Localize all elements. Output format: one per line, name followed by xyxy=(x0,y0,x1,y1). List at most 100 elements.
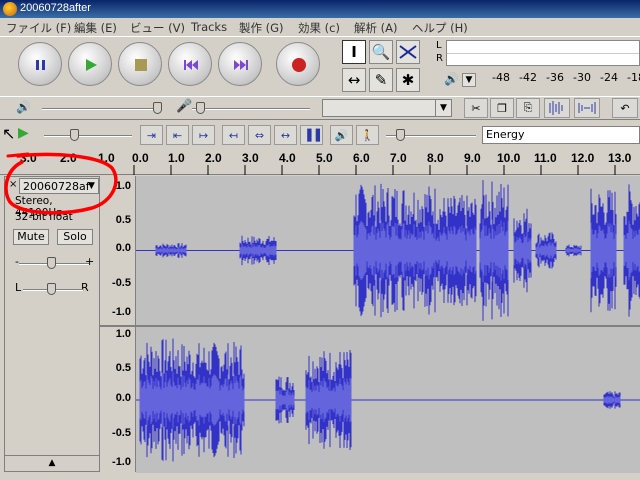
input-source-select[interactable]: ▼ xyxy=(322,99,452,117)
vscale-label: -1.0 xyxy=(112,456,131,468)
triangle-up-icon: ▲ xyxy=(48,458,56,468)
undo-icon: ↶ xyxy=(620,101,630,115)
play-at-speed-button[interactable]: ▶ xyxy=(18,125,29,141)
vscale-label: -0.5 xyxy=(112,277,131,289)
output-volume-track xyxy=(42,108,160,110)
zoom-tool[interactable]: 🔍 xyxy=(369,40,393,64)
level-meter[interactable] xyxy=(446,40,640,66)
trim-button[interactable] xyxy=(544,98,570,118)
record-icon xyxy=(277,43,321,87)
play-icon xyxy=(69,43,113,87)
edit-button-5[interactable]: ⇔ xyxy=(248,125,271,145)
input-volume-slider[interactable] xyxy=(196,102,205,114)
window-title: 20060728after xyxy=(20,2,91,14)
edit-button-6[interactable]: ↔ xyxy=(274,125,297,145)
menu-generate[interactable]: 製作 (G) xyxy=(239,20,284,36)
copy-icon: ❐ xyxy=(497,101,507,115)
pan-slider[interactable] xyxy=(47,283,56,295)
gain-slider[interactable] xyxy=(47,257,56,269)
meter-scale-label: -18 xyxy=(627,71,640,84)
analysis-type-select[interactable]: Energy xyxy=(482,126,640,144)
playback-speed-track xyxy=(44,135,132,137)
vscale-label: 1.0 xyxy=(115,328,131,340)
edit-button-9[interactable]: 🚶 xyxy=(356,125,379,145)
multi-tool[interactable]: ✱ xyxy=(396,68,420,92)
paste-button[interactable]: ⎘ xyxy=(516,98,540,118)
waveform-left-channel[interactable] xyxy=(136,176,640,325)
meter-options[interactable]: 🔊 ▼ xyxy=(444,72,480,90)
draw-tool[interactable]: ✎ xyxy=(369,68,393,92)
pan-right-label: R xyxy=(81,281,89,294)
edit-button-1[interactable]: ⇥ xyxy=(140,125,163,145)
bars-icon: ▐▐ xyxy=(303,128,320,142)
microphone-icon: 🎤 xyxy=(176,99,193,114)
cut-button[interactable]: ✂ xyxy=(464,98,488,118)
fit-icon: ↔ xyxy=(280,128,291,142)
waveform-left xyxy=(136,180,640,321)
vscale-label: 0.0 xyxy=(115,242,131,254)
sensitivity-slider[interactable] xyxy=(396,129,405,141)
selection-tool[interactable]: I xyxy=(342,40,366,64)
audacity-icon xyxy=(3,2,17,16)
menu-tracks[interactable]: Tracks xyxy=(191,20,227,34)
collapse-track-button[interactable]: ▲ xyxy=(5,455,99,471)
envelope-tool[interactable] xyxy=(396,40,420,64)
speaker-icon: 🔊 xyxy=(444,72,459,86)
menu-bar: ファイル (F) 編集 (E) ビュー (V) Tracks 製作 (G) 効果… xyxy=(0,18,640,36)
ruler-label: 9.0 xyxy=(464,151,481,165)
asterisk-icon: ✱ xyxy=(401,71,415,89)
skip-start-button[interactable] xyxy=(168,42,212,86)
timeshift-tool[interactable]: ↔ xyxy=(342,68,366,92)
ruler-label: 11.0 xyxy=(534,151,557,165)
paste-icon: ⎘ xyxy=(523,101,533,114)
stop-button[interactable] xyxy=(118,42,162,86)
shift-left-icon: ↤ xyxy=(228,128,239,142)
speaker-select-icon: 🔊 xyxy=(334,128,349,142)
menu-view[interactable]: ビュー (V) xyxy=(130,20,185,36)
ruler-label: 0.0 xyxy=(132,151,149,165)
menu-effect[interactable]: 効果 (c) xyxy=(298,20,340,36)
edit-button-2[interactable]: ⇤ xyxy=(166,125,189,145)
title-bar: 20060728after xyxy=(0,0,640,18)
envelope-icon xyxy=(399,45,417,59)
edit-button-7[interactable]: ▐▐ xyxy=(300,125,323,145)
chevron-down-icon: ▼ xyxy=(435,100,451,116)
meter-channel-left: L xyxy=(436,40,442,51)
trim-icon xyxy=(549,101,563,115)
menu-analyze[interactable]: 解析 (A) xyxy=(354,20,398,36)
copy-button[interactable]: ❐ xyxy=(490,98,514,118)
input-volume-track xyxy=(192,108,310,110)
meter-scale-label: -24 xyxy=(600,71,618,84)
pan-left-label: L xyxy=(15,281,22,294)
menu-edit[interactable]: 編集 (E) xyxy=(74,20,117,36)
edit-button-8[interactable]: 🔊 xyxy=(330,125,353,145)
edit-button-3[interactable]: ↦ xyxy=(192,125,215,145)
menu-help[interactable]: ヘルプ (H) xyxy=(412,20,468,36)
mute-button[interactable]: Mute xyxy=(13,229,49,245)
red-annotation-circle xyxy=(4,152,118,215)
output-volume-slider[interactable] xyxy=(153,102,162,114)
play-button[interactable] xyxy=(68,42,112,86)
menu-file[interactable]: ファイル (F) xyxy=(6,20,71,36)
edit-button-4[interactable]: ↤ xyxy=(222,125,245,145)
double-arrow-icon: ↔ xyxy=(347,71,361,89)
gain-minus-label: - xyxy=(15,255,19,268)
align-left-icon: ⇥ xyxy=(146,128,157,142)
silence-button[interactable] xyxy=(574,98,600,118)
vertical-scale-right: 1.0 0.5 0.0 -0.5 -1.0 xyxy=(100,326,136,472)
silence-icon xyxy=(578,102,596,114)
solo-button[interactable]: Solo xyxy=(57,229,93,245)
pause-button[interactable] xyxy=(18,42,62,86)
undo-button[interactable]: ↶ xyxy=(612,98,638,118)
chevron-down-icon: ▼ xyxy=(462,73,476,87)
skip-end-button[interactable] xyxy=(218,42,262,86)
waveform-right-channel[interactable] xyxy=(136,327,640,473)
ruler-label: 1.0 xyxy=(168,151,185,165)
waveform-right xyxy=(136,338,640,462)
playback-speed-slider[interactable] xyxy=(70,129,79,141)
record-button[interactable] xyxy=(276,42,320,86)
stop-icon xyxy=(119,43,163,87)
pencil-icon: ✎ xyxy=(374,71,388,89)
meter-scale: -48 -42 -36 -30 -24 -18 xyxy=(484,68,640,88)
meter-scale-label: -36 xyxy=(546,71,564,84)
